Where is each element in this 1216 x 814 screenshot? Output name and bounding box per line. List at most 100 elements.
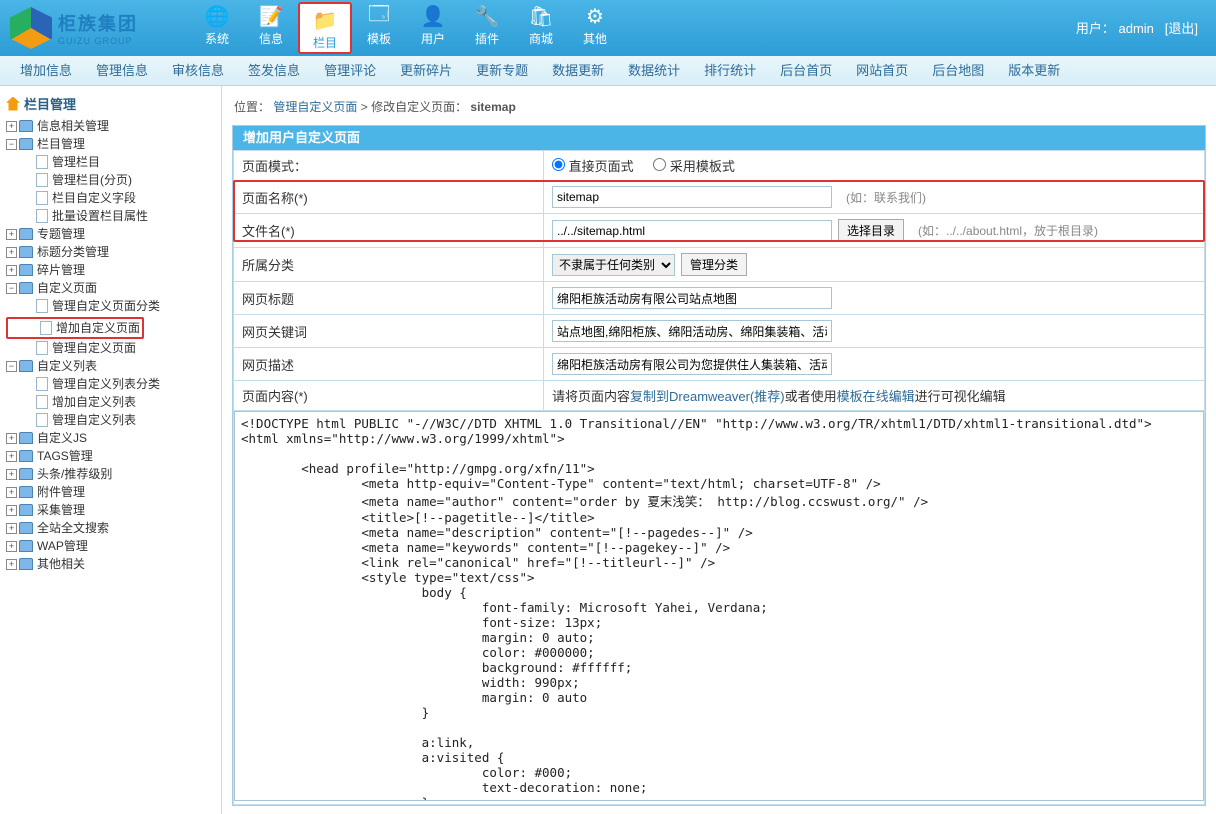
- tree-row[interactable]: 增加自定义页面: [6, 317, 144, 339]
- tree-row[interactable]: + 专题管理: [6, 225, 221, 243]
- brand-cn: 柜族集团: [58, 10, 138, 36]
- top-nav-插件[interactable]: 🔧插件: [460, 0, 514, 56]
- tree-node: +采集管理: [6, 501, 221, 519]
- tree-row[interactable]: +附件管理: [6, 483, 221, 501]
- tree-row[interactable]: 栏目自定义字段: [6, 189, 221, 207]
- submenu-item[interactable]: 版本更新: [996, 56, 1072, 86]
- textarea-page-content[interactable]: [234, 411, 1204, 801]
- select-category[interactable]: 不隶属于任何类别: [552, 254, 675, 276]
- expand-icon[interactable]: +: [6, 523, 17, 534]
- label-mode: 页面模式：: [234, 151, 544, 181]
- submenu-item[interactable]: 排行统计: [692, 56, 768, 86]
- form-body: 页面模式： 直接页面式 采用模板式: [233, 150, 1205, 805]
- tree-row[interactable]: +TAGS管理: [6, 447, 221, 465]
- tree-node: 增加自定义列表: [6, 393, 221, 411]
- expand-icon[interactable]: +: [6, 451, 17, 462]
- expand-icon[interactable]: +: [6, 487, 17, 498]
- input-keywords[interactable]: [552, 320, 832, 342]
- tree-row[interactable]: +碎片管理: [6, 261, 221, 279]
- submenu-item[interactable]: 更新碎片: [388, 56, 464, 86]
- manage-cat-button[interactable]: 管理分类: [681, 253, 747, 276]
- top-nav-模板[interactable]: 🗔模板: [352, 0, 406, 56]
- tree-label: 自定义列表: [37, 357, 97, 375]
- expand-icon[interactable]: +: [6, 121, 17, 132]
- submenu-item[interactable]: 签发信息: [236, 56, 312, 86]
- submenu-item[interactable]: 管理信息: [84, 56, 160, 86]
- expand-icon[interactable]: +: [6, 433, 17, 444]
- input-web-title[interactable]: [552, 287, 832, 309]
- top-nav-商城[interactable]: 🛍商城: [514, 0, 568, 56]
- tree-label: 管理栏目(分页): [52, 171, 132, 189]
- submenu-item[interactable]: 网站首页: [844, 56, 920, 86]
- content-link-dw[interactable]: 复制到Dreamweaver(推荐): [630, 389, 785, 404]
- tree-node: 管理栏目(分页): [6, 171, 221, 189]
- tree-row[interactable]: 管理自定义页面: [6, 339, 221, 357]
- top-nav-其他[interactable]: ⚙其他: [568, 0, 622, 56]
- tree-row[interactable]: −自定义页面: [6, 279, 221, 297]
- tree-row[interactable]: 增加自定义列表: [6, 393, 221, 411]
- tree-row[interactable]: 管理自定义页面分类: [6, 297, 221, 315]
- row-kw: 网页关键词: [234, 315, 1205, 348]
- brand-en: GUIZU GROUP: [58, 36, 138, 46]
- top-nav-栏目[interactable]: 📁栏目: [298, 2, 352, 54]
- tree-row[interactable]: 管理栏目(分页): [6, 171, 221, 189]
- collapse-icon[interactable]: −: [6, 283, 17, 294]
- tree-row[interactable]: +自定义JS: [6, 429, 221, 447]
- tree-row[interactable]: +标题分类管理: [6, 243, 221, 261]
- tree-row[interactable]: 管理自定义列表分类: [6, 375, 221, 393]
- radio-template[interactable]: [653, 158, 666, 171]
- radio-direct-label: 直接页面式: [569, 159, 634, 174]
- submenu-item[interactable]: 后台首页: [768, 56, 844, 86]
- top-nav-label: 模板: [367, 30, 391, 47]
- tree-row[interactable]: + 全站全文搜索: [6, 519, 221, 537]
- tree-row[interactable]: +头条/推荐级别: [6, 465, 221, 483]
- tree-label: 全站全文搜索: [37, 519, 109, 537]
- submenu-item[interactable]: 增加信息: [8, 56, 84, 86]
- radio-direct-wrap[interactable]: 直接页面式: [552, 159, 637, 174]
- collapse-icon[interactable]: −: [6, 139, 17, 150]
- tree-node: +附件管理: [6, 483, 221, 501]
- tree-row[interactable]: 批量设置栏目属性: [6, 207, 221, 225]
- tree-label: 批量设置栏目属性: [52, 207, 148, 225]
- tree-row[interactable]: +信息相关管理: [6, 117, 221, 135]
- tree-row[interactable]: +WAP管理: [6, 537, 221, 555]
- expand-icon[interactable]: +: [6, 541, 17, 552]
- input-description[interactable]: [552, 353, 832, 375]
- radio-template-wrap[interactable]: 采用模板式: [653, 159, 735, 174]
- expand-icon[interactable]: +: [6, 265, 17, 276]
- tree-row[interactable]: +其他相关: [6, 555, 221, 573]
- input-file-name[interactable]: [552, 220, 832, 242]
- submenu-item[interactable]: 数据统计: [616, 56, 692, 86]
- expand-icon[interactable]: +: [6, 229, 17, 240]
- tree-node: +自定义JS: [6, 429, 221, 447]
- submenu-item[interactable]: 后台地图: [920, 56, 996, 86]
- tree-row[interactable]: −栏目管理: [6, 135, 221, 153]
- submenu-item[interactable]: 管理评论: [312, 56, 388, 86]
- tree-label: 专题管理: [37, 225, 85, 243]
- tree-row[interactable]: − 自定义列表: [6, 357, 221, 375]
- expand-icon[interactable]: +: [6, 559, 17, 570]
- tree-row[interactable]: 管理栏目: [6, 153, 221, 171]
- expand-icon[interactable]: +: [6, 505, 17, 516]
- input-page-name[interactable]: [552, 186, 832, 208]
- top-nav-信息[interactable]: 📝信息: [244, 0, 298, 56]
- logout-link[interactable]: [退出]: [1165, 21, 1198, 36]
- radio-direct[interactable]: [552, 158, 565, 171]
- expand-icon[interactable]: +: [6, 469, 17, 480]
- top-nav-icon: ⚙: [581, 4, 609, 28]
- tree-row[interactable]: 管理自定义列表: [6, 411, 221, 429]
- tree-row[interactable]: +采集管理: [6, 501, 221, 519]
- top-nav-系统[interactable]: 🌐系统: [190, 0, 244, 56]
- tree-node: − 自定义列表: [6, 357, 221, 375]
- expand-icon[interactable]: +: [6, 247, 17, 258]
- top-nav-用户[interactable]: 👤用户: [406, 0, 460, 56]
- submenu-item[interactable]: 数据更新: [540, 56, 616, 86]
- folder-icon: [19, 360, 33, 372]
- breadcrumb-link[interactable]: 管理自定义页面: [273, 100, 357, 114]
- content-link-tpl[interactable]: 模板在线编辑: [837, 389, 915, 404]
- submenu-item[interactable]: 审核信息: [160, 56, 236, 86]
- tree-node: 增加自定义页面: [6, 315, 221, 339]
- collapse-icon[interactable]: −: [6, 361, 17, 372]
- select-dir-button[interactable]: 选择目录: [838, 219, 904, 242]
- submenu-item[interactable]: 更新专题: [464, 56, 540, 86]
